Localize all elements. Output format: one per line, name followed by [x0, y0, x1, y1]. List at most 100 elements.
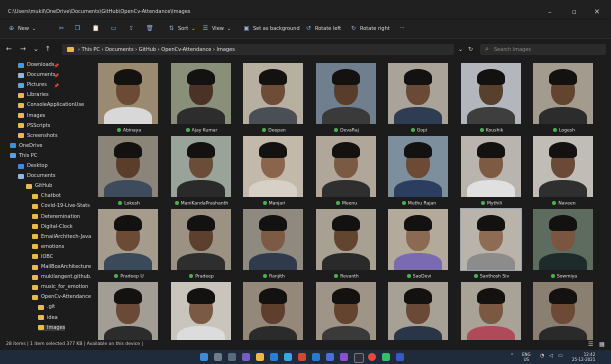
file-thumbnail-item[interactable]: Meenu	[315, 136, 378, 209]
file-thumbnail-item[interactable]: Koushik	[460, 63, 523, 136]
terminal-icon[interactable]	[354, 353, 364, 363]
paste-button[interactable]: 📋	[92, 25, 99, 32]
search-box[interactable]: ⌕ Search Images	[480, 44, 606, 55]
sidebar-item[interactable]: This PC	[10, 153, 37, 159]
file-thumbnail-item[interactable]	[533, 282, 595, 345]
file-thumbnail-item[interactable]: Ranjith	[243, 209, 305, 282]
sidebar-item[interactable]: Images	[38, 324, 66, 331]
rotate-left-button[interactable]: ↺ Rotate left	[305, 25, 341, 32]
sidebar-item[interactable]: Screenshots	[18, 133, 58, 139]
file-thumbnail-item[interactable]: DevaRaj	[315, 63, 378, 136]
file-thumbnail-item[interactable]: Pradeep U	[98, 209, 160, 282]
file-thumbnail-item[interactable]: Gopi	[388, 63, 450, 136]
address-dropdown-icon[interactable]: ⌄	[458, 46, 463, 53]
sidebar-item[interactable]: Chatbot	[32, 193, 61, 199]
thumbnail-view-icon[interactable]: ▦	[599, 341, 605, 348]
rotate-right-button[interactable]: ↻ Rotate right	[350, 25, 390, 32]
tray-chevron-icon[interactable]: ⌃	[510, 354, 514, 359]
chrome-icon[interactable]	[368, 353, 376, 361]
share-button[interactable]: ⇪	[128, 25, 135, 32]
recent-locations-icon[interactable]: ⌄	[33, 45, 39, 53]
input-language[interactable]: ENG US	[522, 352, 531, 362]
search-icon[interactable]	[214, 353, 222, 361]
file-thumbnail-item[interactable]: Lokesh	[98, 136, 160, 209]
sidebar-item[interactable]: emotions	[32, 244, 64, 250]
sidebar-item[interactable]: GitHub	[26, 183, 52, 189]
file-thumbnail-item[interactable]	[243, 282, 305, 345]
file-explorer-icon[interactable]	[256, 353, 264, 361]
file-thumbnail-item[interactable]: Manjari	[243, 136, 305, 209]
minimize-icon[interactable]: –	[548, 8, 552, 16]
address-bar[interactable]: › This PC › Documents › GitHub › OpenCv-…	[62, 44, 454, 55]
file-thumbnail-item[interactable]: SaoDevi	[388, 209, 450, 282]
file-thumbnail-item[interactable]	[170, 282, 233, 345]
set-as-background-button[interactable]: ▣ Set as background	[243, 25, 300, 32]
more-options-button[interactable]: ···	[400, 25, 405, 31]
store-icon[interactable]	[284, 353, 292, 361]
file-thumbnail-item[interactable]	[315, 282, 378, 345]
sidebar-item[interactable]: OpenCv-Attendance	[32, 294, 91, 300]
file-thumbnail-item[interactable]: Sowmiya	[533, 209, 595, 282]
app-icon[interactable]	[326, 353, 334, 361]
sidebar-item[interactable]: mukilangent.github.	[32, 274, 92, 280]
sidebar-item[interactable]: MailBoxArchitecture	[32, 264, 91, 270]
sidebar-item[interactable]: Digital-Clock	[32, 224, 73, 230]
sort-button[interactable]: ⇅ Sort ⌄	[168, 25, 195, 32]
file-thumbnail-item[interactable]: Muthu Rajan	[388, 136, 450, 209]
file-thumbnail-item[interactable]	[460, 282, 523, 345]
file-thumbnail-item[interactable]: Santhosh Siv	[459, 208, 523, 282]
file-thumbnail-item[interactable]: Mythili	[460, 136, 523, 209]
rename-button[interactable]: ▭	[110, 25, 117, 32]
battery-icon[interactable]: ▭	[558, 354, 563, 359]
clock[interactable]: 12:42 25-12-2021	[572, 352, 595, 362]
back-arrow-icon[interactable]: ←	[6, 45, 12, 53]
chat-icon[interactable]	[242, 353, 250, 361]
sidebar-item[interactable]: .git	[38, 304, 55, 310]
whatsapp-icon[interactable]	[382, 353, 390, 361]
forward-arrow-icon[interactable]: →	[20, 45, 26, 53]
word-icon[interactable]	[396, 353, 404, 361]
start-icon[interactable]	[200, 353, 208, 361]
refresh-icon[interactable]: ↻	[468, 46, 473, 53]
file-thumbnail-item[interactable]	[388, 282, 450, 345]
view-button[interactable]: ☰ View ⌄	[202, 25, 231, 32]
file-thumbnail-item[interactable]	[98, 282, 160, 345]
close-icon[interactable]: ✕	[594, 8, 600, 16]
delete-button[interactable]: 🗑	[146, 25, 154, 32]
sidebar-item[interactable]: idea	[38, 315, 58, 321]
sidebar-item[interactable]: Images	[18, 113, 45, 119]
sidebar-item[interactable]: Deteremination	[32, 214, 80, 220]
file-thumbnail-item[interactable]: Revanth	[315, 209, 378, 282]
edge-icon[interactable]	[270, 353, 278, 361]
file-thumbnail-item[interactable]: Naveen	[533, 136, 595, 209]
file-thumbnail-item[interactable]: Logesh	[533, 63, 595, 136]
up-arrow-icon[interactable]: ↑	[45, 45, 51, 53]
copy-button[interactable]: ❐	[74, 25, 81, 32]
sidebar-item[interactable]: Libraries	[18, 92, 49, 98]
sidebar-item[interactable]: IOBC	[32, 254, 53, 260]
new-button[interactable]: ⊕ New ⌄	[8, 25, 36, 32]
maximize-icon[interactable]: ▫	[572, 8, 577, 16]
visual-studio-icon[interactable]	[340, 353, 348, 361]
vscode-icon[interactable]	[312, 353, 320, 361]
file-thumbnail-item[interactable]: Deepan	[243, 63, 305, 136]
task-view-icon[interactable]	[228, 353, 236, 361]
file-thumbnail-item[interactable]: Pradeep	[170, 209, 233, 282]
sidebar-item[interactable]: PSScripts	[18, 123, 50, 129]
volume-icon[interactable]: ◁	[549, 354, 553, 359]
wifi-icon[interactable]: ◔	[540, 354, 544, 359]
office-icon[interactable]	[298, 353, 306, 361]
sidebar-item[interactable]: Pictures 📌	[18, 82, 59, 88]
sidebar-item[interactable]: Desktop	[18, 163, 48, 169]
sidebar-item[interactable]: ConsoleApplicationUse	[18, 102, 84, 108]
sidebar-item[interactable]: Documents 📌	[18, 72, 59, 78]
file-thumbnail-item[interactable]: ManiKandaPrashanth	[170, 136, 233, 209]
details-view-icon[interactable]: ☰	[588, 341, 593, 348]
cut-button[interactable]: ✂	[58, 25, 65, 32]
file-thumbnail-item[interactable]: Abinaya	[98, 63, 160, 136]
sidebar-item[interactable]: Documents	[18, 173, 56, 179]
sidebar-item[interactable]: EmailArchitech-Java	[32, 234, 91, 240]
sidebar-item[interactable]: music_for_emotion	[32, 284, 88, 290]
sidebar-item[interactable]: Covid-19-Live-Stats	[32, 203, 90, 209]
sidebar-item[interactable]: OneDrive	[10, 143, 43, 149]
